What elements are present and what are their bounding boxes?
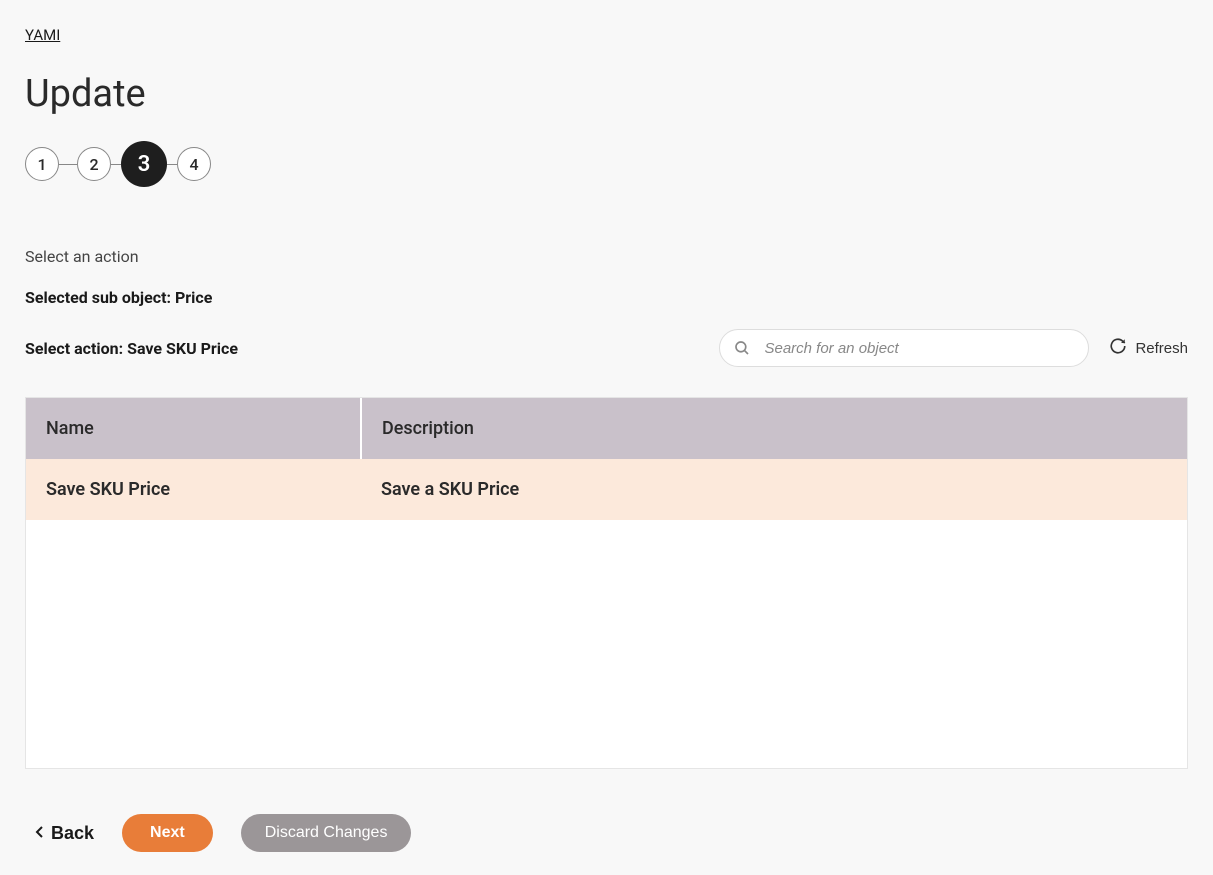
back-button[interactable]: Back — [25, 823, 94, 844]
step-2[interactable]: 2 — [77, 147, 111, 181]
actions-table: Name Description Save SKU Price Save a S… — [26, 398, 1187, 520]
step-connector — [167, 164, 177, 165]
search-wrapper — [719, 329, 1089, 367]
step-1[interactable]: 1 — [25, 147, 59, 181]
next-button[interactable]: Next — [122, 814, 213, 852]
refresh-button[interactable]: Refresh — [1109, 337, 1188, 359]
step-connector — [111, 164, 121, 165]
search-input[interactable] — [719, 329, 1089, 367]
page-title: Update — [25, 72, 1188, 116]
selected-sub-object: Selected sub object: Price — [25, 288, 1188, 307]
stepper: 1 2 3 4 — [25, 141, 1188, 187]
footer-buttons: Back Next Discard Changes — [25, 814, 1188, 852]
step-connector — [59, 164, 77, 165]
table-row[interactable]: Save SKU Price Save a SKU Price — [26, 459, 1187, 520]
step-3[interactable]: 3 — [121, 141, 167, 187]
cell-name: Save SKU Price — [26, 459, 361, 520]
section-label: Select an action — [25, 247, 1188, 266]
refresh-icon — [1109, 337, 1127, 359]
step-4[interactable]: 4 — [177, 147, 211, 181]
select-action-label: Select action: Save SKU Price — [25, 339, 238, 358]
search-icon — [733, 339, 751, 357]
cell-description: Save a SKU Price — [361, 459, 1187, 520]
refresh-label: Refresh — [1135, 340, 1188, 357]
discard-button[interactable]: Discard Changes — [241, 814, 412, 852]
table-header-description[interactable]: Description — [361, 398, 1187, 459]
table-header-name[interactable]: Name — [26, 398, 361, 459]
chevron-left-icon — [35, 823, 45, 844]
breadcrumb-link[interactable]: YAMI — [25, 26, 60, 44]
actions-table-container: Name Description Save SKU Price Save a S… — [25, 397, 1188, 769]
back-label: Back — [51, 823, 94, 844]
